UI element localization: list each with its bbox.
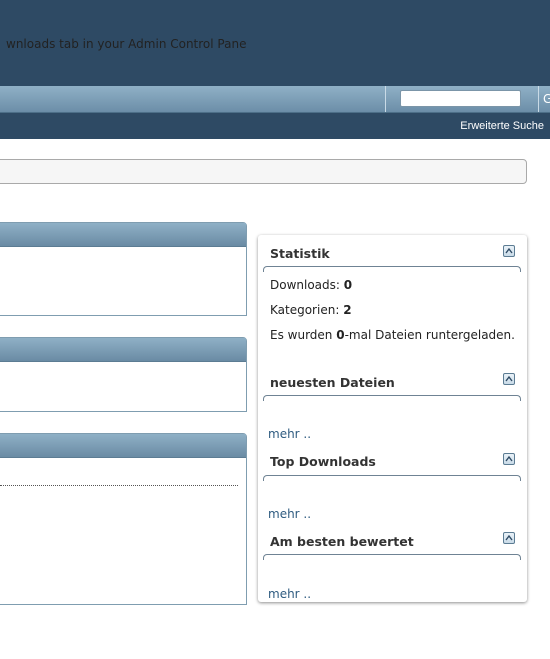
best-rated-title: Am besten bewertet	[270, 534, 414, 549]
search-input[interactable]	[400, 90, 521, 107]
content-panel-2-header	[0, 338, 246, 362]
top-more-link[interactable]: mehr ..	[268, 507, 311, 521]
content-panel-2	[0, 337, 247, 412]
top-downloads-title: Top Downloads	[270, 454, 376, 469]
top-downloads-rule	[263, 475, 521, 481]
breadcrumb	[0, 159, 527, 184]
content-panel-3-header	[0, 434, 246, 458]
newest-files-title: neuesten Dateien	[270, 375, 395, 390]
stats-total: Es wurden 0-mal Dateien runtergeladen.	[270, 328, 515, 342]
newest-more-link[interactable]: mehr ..	[268, 427, 311, 441]
collapse-icon[interactable]	[503, 373, 515, 385]
navbar-separator	[385, 86, 386, 112]
panel-3-divider	[0, 485, 238, 486]
stats-categories: Kategorien: 2	[270, 303, 352, 317]
content-panel-3	[0, 433, 247, 605]
newest-files-rule	[263, 395, 521, 401]
search-go-button[interactable]: G	[538, 86, 550, 112]
collapse-icon[interactable]	[503, 532, 515, 544]
collapse-icon[interactable]	[503, 453, 515, 465]
content-panel-1	[0, 222, 247, 316]
stats-downloads: Downloads: 0	[270, 278, 353, 292]
content-panel-1-header	[0, 223, 246, 247]
best-more-link[interactable]: mehr ..	[268, 587, 311, 601]
stats-title-rule	[263, 266, 521, 272]
panel-1-message: wnloads tab in your Admin Control Panel.	[6, 37, 246, 51]
advanced-search-link[interactable]: Erweiterte Suche	[460, 113, 544, 139]
stats-title: Statistik	[270, 246, 330, 261]
collapse-icon[interactable]	[503, 245, 515, 257]
best-rated-rule	[263, 554, 521, 560]
